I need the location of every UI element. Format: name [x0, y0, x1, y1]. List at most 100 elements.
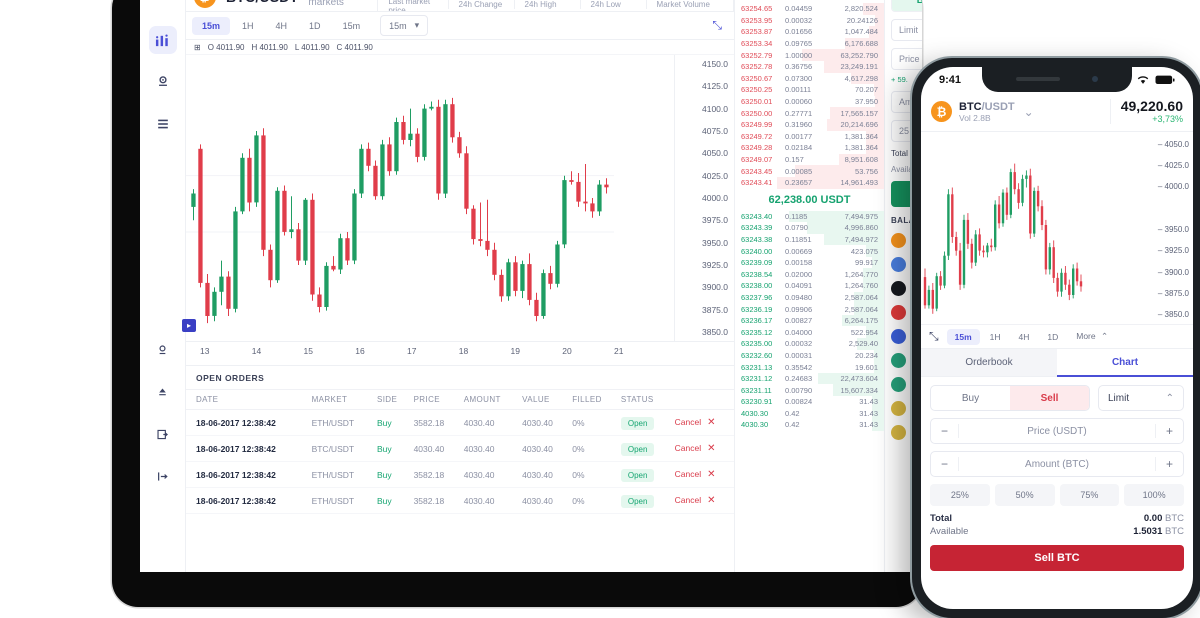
ohlc-low: L 4011.90: [294, 42, 330, 52]
orderbook-row[interactable]: 63239.09 0.00158 99.917: [735, 256, 884, 269]
orderbook-row[interactable]: 63243.40 0.1185 7,494.975: [735, 210, 884, 223]
table-row[interactable]: 18-06-2017 12:38:42 BTC/USDT Buy 4030.40 403…: [186, 435, 734, 462]
expand-icon[interactable]: ⤡: [712, 18, 728, 33]
sidebar-item-list[interactable]: [149, 110, 177, 138]
percent-50[interactable]: 50%: [994, 484, 1055, 506]
sidebar-item-logout[interactable]: [149, 462, 177, 490]
tab-chart[interactable]: Chart: [1057, 349, 1193, 377]
sidebar-item-settings[interactable]: [149, 68, 177, 96]
mobile-candlestick-chart[interactable]: – 4050.0 – 4025.0 – 4000.0 – 3950.0 – 3925.0…: [921, 132, 1193, 324]
mobile-sell-tab[interactable]: Sell: [1010, 386, 1089, 410]
price-input[interactable]: Price: [891, 48, 922, 70]
orderbook-row[interactable]: 63243.45 0.00085 53.756: [735, 165, 884, 177]
orderbook-row[interactable]: 63237.96 0.09480 2,587.064: [735, 291, 884, 304]
orderbook-bids: 63243.40 0.1185 7,494.975 63243.39 0.0790 4,9…: [735, 210, 884, 431]
sidebar-item-chart[interactable]: [148, 26, 177, 54]
mobile-timeframe-1h[interactable]: 1H: [982, 329, 1009, 345]
timeframe-15m[interactable]: 15m: [192, 16, 231, 35]
table-row[interactable]: 18-06-2017 12:38:42 ETH/USDT Buy 3582.18 403…: [186, 409, 734, 436]
ohlc-bar: ⊞ O 4011.90 H 4011.90 L 4011.90 C 4011.9…: [186, 40, 734, 55]
percent-100[interactable]: 100%: [1124, 484, 1184, 506]
orderbook-row[interactable]: 63252.79 1.00000 63,252.790: [735, 49, 884, 61]
orderbook-row[interactable]: 63254.65 0.04459 2,820.524: [735, 3, 884, 15]
timeframe-1d[interactable]: 1D: [299, 17, 331, 35]
timeframe-4h[interactable]: 4H: [266, 17, 298, 35]
mobile-timeframe-4h[interactable]: 4H: [1011, 329, 1038, 345]
close-icon[interactable]: ✕: [701, 469, 715, 480]
indicators-icon[interactable]: ⊞: [194, 43, 201, 52]
table-row[interactable]: 18-06-2017 12:38:42 ETH/USDT Buy 3582.18 403…: [186, 487, 734, 514]
mobile-price-input[interactable]: − Price (USDT) +: [930, 418, 1184, 444]
timeframe-15m-alt[interactable]: 15m: [333, 17, 371, 35]
orderbook-row[interactable]: 63243.38 0.11851 7,494.972: [735, 233, 884, 246]
orderbook-row[interactable]: 63253.87 0.01656 1,047.484: [735, 26, 884, 38]
orderbook-total: 22,473.604: [840, 374, 878, 384]
chevron-down-icon[interactable]: ⌄: [1024, 105, 1034, 119]
candlestick-chart[interactable]: 4150.0 4125.0 4100.0 4075.0 4050.0 4025.0 4000…: [182, 55, 734, 341]
orderbook-row[interactable]: 63230.91 0.00824 31.43: [735, 396, 884, 408]
expand-icon[interactable]: ⤡: [929, 329, 939, 344]
orderbook-row[interactable]: 63235.00 0.00032 2,529.40: [735, 338, 884, 350]
orderbook-row[interactable]: 63235.12 0.04000 522.954: [735, 326, 884, 339]
sidebar-item-export[interactable]: [149, 420, 177, 448]
orderbook-row[interactable]: 63249.99 0.31960 20,214.696: [735, 118, 884, 131]
orderbook-row[interactable]: 63253.95 0.00032 20.24126: [735, 14, 884, 27]
percent-75[interactable]: 75%: [1059, 484, 1120, 506]
orderbook-row[interactable]: 63236.19 0.09906 2,587.064: [735, 303, 884, 315]
cancel-button[interactable]: Cancel: [675, 469, 701, 479]
y-tick: 3950.0: [702, 237, 728, 248]
mobile-timeframe-15m[interactable]: 15m: [946, 328, 980, 345]
tab-orderbook[interactable]: Orderbook: [921, 349, 1057, 377]
orderbook-row[interactable]: 63231.11 0.00790 15,607.334: [735, 384, 884, 396]
sidebar-item-help[interactable]: [149, 336, 177, 364]
mobile-sell-submit-button[interactable]: Sell BTC: [930, 545, 1184, 571]
orderbook-row[interactable]: 63250.00 0.27771 17,565.157: [735, 107, 884, 119]
mobile-order-type-select[interactable]: Limit ⌃: [1098, 385, 1184, 411]
all-markets-dropdown[interactable]: All markets ⌄: [308, 0, 355, 8]
orderbook-row[interactable]: 63232.60 0.00031 20.234: [735, 349, 884, 362]
orderbook-row[interactable]: 63231.13 0.35542 19.601: [735, 361, 884, 373]
upload-icon: [159, 387, 166, 395]
cancel-button[interactable]: Cancel: [675, 495, 701, 505]
cancel-button[interactable]: Cancel: [675, 417, 701, 427]
price-increment-button[interactable]: +: [1155, 424, 1183, 438]
mobile-buy-tab[interactable]: Buy: [931, 386, 1010, 410]
sidebar-item-upload[interactable]: [149, 378, 177, 406]
orderbook-row[interactable]: 63249.72 0.00177 1,381.364: [735, 130, 884, 143]
orderbook-row[interactable]: 4030.30 0.42 31.43: [735, 419, 884, 431]
orderbook-row[interactable]: 63250.01 0.00060 37.950: [735, 95, 884, 108]
orderbook-row[interactable]: 63250.67 0.07300 4,617.298: [735, 72, 884, 85]
orderbook-row[interactable]: 63243.39 0.0790 4,996.860: [735, 222, 884, 234]
mobile-amount-input[interactable]: − Amount (BTC) +: [930, 451, 1184, 477]
orderbook-row[interactable]: 63252.78 0.36756 23,249.191: [735, 60, 884, 73]
orderbook-row[interactable]: 63231.12 0.24683 22,473.604: [735, 372, 884, 385]
orderbook-row[interactable]: 63250.25 0.00111 70.207: [735, 84, 884, 96]
orderbook-row[interactable]: 63238.00 0.04091 1,264.760: [735, 280, 884, 292]
orderbook-row[interactable]: 63249.28 0.02184 1,381.364: [735, 142, 884, 154]
orderbook-panel[interactable]: PRICE AMOUNT TOTAL 63254.650.044592,820.…: [734, 0, 884, 572]
orderbook-row[interactable]: 63236.17 0.00827 6,264.175: [735, 314, 884, 327]
close-icon[interactable]: ✕: [701, 495, 715, 506]
close-icon[interactable]: ✕: [701, 417, 715, 428]
orderbook-row[interactable]: 63249.07 0.157 8,951.608: [735, 153, 884, 166]
timeframe-select[interactable]: 15m ▾: [380, 15, 429, 36]
amount-increment-button[interactable]: +: [1155, 457, 1183, 471]
mobile-timeframe-more[interactable]: More ⌃: [1068, 328, 1116, 345]
chevron-down-icon: ▾: [414, 20, 420, 30]
close-icon[interactable]: ✕: [701, 443, 715, 454]
price-decrement-button[interactable]: −: [931, 424, 959, 438]
amount-decrement-button[interactable]: −: [931, 457, 959, 471]
orderbook-row[interactable]: 63253.34 0.09765 6,176.688: [735, 37, 884, 50]
orderbook-row[interactable]: 63240.00 0.00669 423.075: [735, 245, 884, 257]
orderbook-row[interactable]: 63243.41 0.23657 14,961.493: [735, 176, 884, 189]
percent-25[interactable]: 25%: [930, 484, 990, 506]
table-row[interactable]: 18-06-2017 12:38:42 ETH/USDT Buy 3582.18 403…: [186, 461, 734, 488]
tab-buy[interactable]: Buy: [892, 0, 922, 11]
order-type-select[interactable]: Limit ⌃: [891, 19, 922, 41]
orderbook-row[interactable]: 63238.54 0.02000 1,264.770: [735, 268, 884, 281]
x-tick: 20: [562, 346, 572, 356]
orderbook-row[interactable]: 4030.30 0.42 31.43: [735, 407, 884, 420]
timeframe-1h[interactable]: 1H: [232, 17, 264, 35]
cancel-button[interactable]: Cancel: [675, 443, 701, 453]
mobile-timeframe-1d[interactable]: 1D: [1039, 329, 1066, 345]
